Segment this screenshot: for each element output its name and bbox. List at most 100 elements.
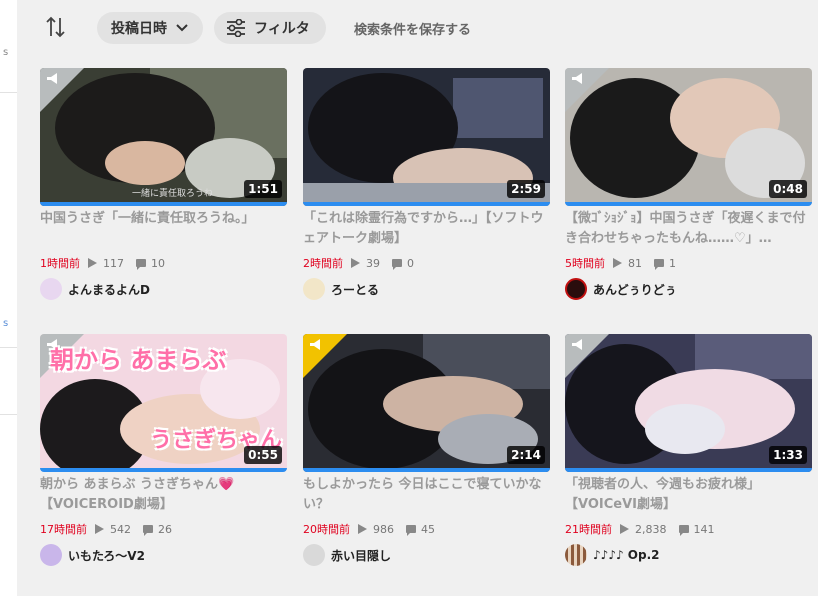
posted-time: 17時間前: [40, 523, 87, 536]
duration-badge: 2:59: [507, 180, 545, 198]
video-owner[interactable]: 赤い目隠し: [303, 544, 391, 566]
video-meta: 20時間前 986 45: [303, 521, 435, 537]
comment-icon: [678, 525, 689, 536]
duration-badge: 1:33: [769, 446, 807, 464]
left-sidebar-edge: s s: [0, 0, 17, 596]
video-thumbnail[interactable]: 1:33: [565, 334, 812, 472]
avatar: [40, 278, 62, 300]
video-thumbnail[interactable]: 0:48: [565, 68, 812, 206]
video-owner[interactable]: よんまるよんD: [40, 278, 150, 300]
save-search-link[interactable]: 検索条件を保存する: [354, 19, 471, 38]
video-owner[interactable]: あんどぅりどぅ: [565, 278, 677, 300]
video-owner[interactable]: ♪♪♪♪ Op.2: [565, 544, 660, 566]
video-meta: 17時間前 542 26: [40, 521, 172, 537]
owner-name: よんまるよんD: [68, 282, 150, 297]
watch-progress-bar: [565, 202, 812, 206]
sort-filter-toolbar: 投稿日時 フィルタ 検索条件を保存する: [17, 0, 818, 56]
comment-count: 141: [693, 522, 715, 536]
owner-name: ろーとる: [331, 282, 380, 297]
posted-time: 2時間前: [303, 257, 343, 270]
video-thumbnail[interactable]: 2:59: [303, 68, 550, 206]
video-owner[interactable]: いもたろ～V2: [40, 544, 145, 566]
posted-time: 5時間前: [565, 257, 605, 270]
megaphone-icon: [47, 73, 57, 84]
comment-icon: [143, 525, 153, 536]
duration-badge: 0:55: [244, 446, 282, 464]
avatar: [303, 278, 325, 300]
video-title[interactable]: 朝から あまらぶ うさぎちゃん💗【VOICEROID劇場】: [40, 475, 287, 515]
comment-count: 10: [151, 256, 165, 270]
divider: [0, 347, 17, 348]
comment-count: 1: [669, 256, 676, 270]
video-thumbnail[interactable]: 一緒に責任取ろうね 1:51: [40, 68, 287, 206]
video-card[interactable]: 朝から あまらぶ うさぎちゃん 0:55 朝から あまらぶ うさぎちゃん💗【VO…: [40, 334, 287, 569]
posted-time: 21時間前: [565, 523, 612, 536]
thumbnail-caption: 一緒に責任取ろうね: [132, 189, 214, 199]
duration-badge: 1:51: [244, 180, 282, 198]
filter-button[interactable]: フィルタ: [214, 12, 326, 44]
megaphone-icon: [572, 339, 582, 350]
video-thumbnail[interactable]: 朝から あまらぶ うさぎちゃん 0:55: [40, 334, 287, 472]
view-count: 2,838: [635, 522, 667, 536]
megaphone-icon: [310, 339, 320, 350]
video-card[interactable]: 1:33 「視聴者の人、今週もお疲れ様」【VOICeVI劇場】 21時間前 2,…: [565, 334, 812, 569]
video-meta: 5時間前 81 1: [565, 255, 676, 271]
sidebar-edge-mark: s: [3, 318, 9, 329]
video-meta: 1時間前 117 10: [40, 255, 165, 271]
view-count: 81: [628, 256, 642, 270]
view-count: 39: [366, 256, 380, 270]
sliders-icon: [227, 19, 245, 37]
comment-count: 26: [158, 522, 172, 536]
megaphone-icon: [572, 73, 582, 84]
sort-order-button[interactable]: [43, 14, 69, 40]
watch-progress-bar: [565, 468, 812, 472]
comment-count: 45: [421, 522, 435, 536]
owner-name: ♪♪♪♪ Op.2: [593, 548, 660, 562]
watch-progress-bar: [40, 468, 287, 472]
video-title[interactable]: 「視聴者の人、今週もお疲れ様」【VOICeVI劇場】: [565, 475, 812, 515]
duration-badge: 2:14: [507, 446, 545, 464]
video-title[interactable]: 中国うさぎ「一緒に責任取ろうね。」: [40, 209, 287, 229]
watch-progress-bar: [303, 202, 550, 206]
owner-name: いもたろ～V2: [68, 548, 145, 563]
posted-time: 1時間前: [40, 257, 80, 270]
view-count: 117: [103, 256, 124, 270]
view-count: 986: [373, 522, 394, 536]
view-count: 542: [110, 522, 131, 536]
video-card[interactable]: 一緒に責任取ろうね 1:51 中国うさぎ「一緒に責任取ろうね。」 1時間前 11…: [40, 68, 287, 303]
thumbnail-overlay-text: 朝から あまらぶ: [50, 346, 227, 374]
comment-icon: [392, 259, 402, 270]
divider: [0, 92, 17, 93]
watch-progress-bar: [303, 468, 550, 472]
avatar: [565, 544, 587, 566]
video-card[interactable]: 0:48 【微ｺﾞｼｮｼﾞｮ】中国うさぎ「夜遅くまで付き合わせちゃったもんね………: [565, 68, 812, 303]
play-icon: [613, 258, 622, 268]
video-card[interactable]: 2:59 「これは除霊行為ですから…」【ソフトウェアトーク劇場】 2時間前 39…: [303, 68, 550, 303]
divider: [0, 414, 17, 415]
video-card[interactable]: 2:14 もしよかったら 今日はここで寝ていかない？ 20時間前 986 45 …: [303, 334, 550, 569]
owner-name: あんどぅりどぅ: [593, 282, 677, 297]
watch-progress-bar: [40, 202, 287, 206]
video-thumbnail[interactable]: 2:14: [303, 334, 550, 472]
video-title[interactable]: 「これは除霊行為ですから…」【ソフトウェアトーク劇場】: [303, 209, 550, 249]
avatar: [565, 278, 587, 300]
play-icon: [88, 258, 97, 268]
sort-by-label: 投稿日時: [111, 21, 167, 37]
sort-arrows-icon: [46, 16, 65, 38]
comment-icon: [654, 259, 664, 270]
video-owner[interactable]: ろーとる: [303, 278, 379, 300]
filter-label: フィルタ: [254, 21, 310, 37]
video-meta: 21時間前 2,838 141: [565, 521, 715, 537]
comment-count: 0: [407, 256, 414, 270]
play-icon: [351, 258, 360, 268]
duration-badge: 0:48: [769, 180, 807, 198]
chevron-down-icon: [176, 24, 188, 32]
play-icon: [620, 524, 629, 534]
sort-by-dropdown[interactable]: 投稿日時: [97, 12, 203, 44]
comment-icon: [406, 525, 416, 536]
comment-icon: [136, 259, 146, 270]
video-title[interactable]: 【微ｺﾞｼｮｼﾞｮ】中国うさぎ「夜遅くまで付き合わせちゃったもんね……♡」…: [565, 209, 812, 249]
owner-name: 赤い目隠し: [331, 548, 392, 563]
play-icon: [358, 524, 367, 534]
video-title[interactable]: もしよかったら 今日はここで寝ていかない？: [303, 475, 550, 515]
